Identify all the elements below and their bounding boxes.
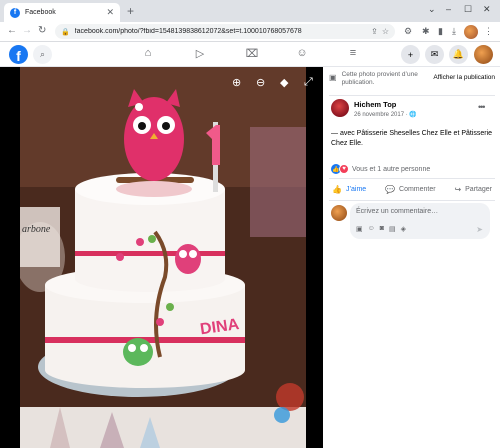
close-window-icon[interactable]: ✕ bbox=[483, 4, 491, 15]
author-name[interactable]: Hichem Top bbox=[354, 100, 396, 109]
share-icon[interactable]: ⇪ bbox=[371, 27, 378, 36]
browser-tab-bar: f Facebook ✕ + ⌄ – ☐ ✕ bbox=[0, 0, 500, 22]
author-avatar[interactable] bbox=[331, 99, 349, 117]
messenger-icon[interactable]: ✉ bbox=[425, 45, 444, 64]
facebook-logo[interactable]: f bbox=[9, 45, 28, 64]
divider bbox=[329, 178, 495, 179]
watch-icon[interactable]: ▷ bbox=[192, 47, 208, 60]
forward-arrow-icon[interactable]: → bbox=[22, 25, 32, 36]
groups-icon[interactable]: ☺ bbox=[294, 47, 310, 59]
tab-title: Facebook bbox=[25, 9, 56, 16]
search-icon[interactable]: ⌕ bbox=[33, 45, 52, 64]
account-avatar[interactable] bbox=[474, 45, 493, 64]
puzzle-icon[interactable]: ✱ bbox=[422, 26, 430, 37]
share-label: Partager bbox=[465, 186, 492, 193]
lock-icon: 🔒 bbox=[61, 28, 70, 36]
marketplace-icon[interactable]: ⌧ bbox=[244, 47, 260, 60]
home-icon[interactable]: ⌂ bbox=[140, 47, 156, 59]
comment-tools: ▣ ☺ ◙ ▤ ◈ bbox=[356, 225, 406, 233]
camera-icon[interactable]: ◙ bbox=[380, 225, 384, 233]
sticker-icon[interactable]: ◈ bbox=[401, 225, 406, 233]
zoom-in-icon[interactable]: ⊕ bbox=[232, 76, 241, 89]
side-panel-icon[interactable]: ▮ bbox=[438, 26, 443, 37]
more-options-icon[interactable]: ••• bbox=[478, 102, 486, 112]
url-field[interactable]: 🔒 facebook.com/photo/?fbid=1548139838612… bbox=[55, 24, 395, 39]
thumbs-up-icon: 👍 bbox=[332, 185, 342, 194]
divider bbox=[329, 200, 495, 201]
comment-input[interactable]: Écrivez un commentaire… ▣ ☺ ◙ ▤ ◈ ➤ bbox=[350, 203, 490, 239]
share-button[interactable]: ↪ Partager bbox=[454, 185, 492, 194]
post-date[interactable]: 26 novembre 2017 · 🌐 bbox=[354, 111, 417, 118]
chrome-menu-icon[interactable]: ⋮ bbox=[484, 26, 493, 37]
reactions-text: Vous et 1 autre personne bbox=[352, 165, 431, 173]
like-label: J’aime bbox=[345, 186, 367, 193]
bookmark-star-icon[interactable]: ☆ bbox=[382, 27, 389, 36]
new-tab-button[interactable]: + bbox=[127, 4, 134, 18]
comment-bubble-icon: 💬 bbox=[385, 185, 396, 194]
comment-placeholder: Écrivez un commentaire… bbox=[356, 208, 439, 215]
avatar-sticker-icon[interactable]: ▣ bbox=[356, 225, 363, 233]
reload-icon[interactable]: ↻ bbox=[38, 25, 46, 36]
image-icon: ▣ bbox=[329, 73, 337, 82]
divider bbox=[329, 95, 495, 96]
love-reaction-icon: ♥ bbox=[339, 164, 349, 174]
cake-photo-illustration: DINA arbone bbox=[20, 67, 306, 448]
back-arrow-icon[interactable]: ← bbox=[7, 25, 17, 36]
facebook-favicon-icon: f bbox=[10, 7, 20, 18]
post-actions: 👍 J’aime 💬 Commenter ↪ Partager bbox=[329, 181, 495, 198]
url-text: facebook.com/photo/?fbid=154813983861207… bbox=[74, 28, 302, 35]
cake-photo[interactable]: DINA arbone bbox=[20, 67, 306, 448]
emoji-icon[interactable]: ☺ bbox=[368, 225, 375, 233]
close-tab-icon[interactable]: ✕ bbox=[106, 7, 114, 18]
extension-icon[interactable]: ⚙ bbox=[404, 26, 412, 37]
like-button[interactable]: 👍 J’aime bbox=[332, 185, 366, 194]
address-bar-row: ← → ↻ 🔒 facebook.com/photo/?fbid=1548139… bbox=[0, 22, 500, 42]
post-caption: — avec Pâtisserie Sheselles Chez Elle et… bbox=[331, 130, 493, 147]
notifications-bell-icon[interactable]: 🔔 bbox=[449, 45, 468, 64]
create-plus-icon[interactable]: + bbox=[401, 45, 420, 64]
minimize-icon[interactable]: – bbox=[446, 4, 451, 14]
zoom-out-icon[interactable]: ⊖ bbox=[256, 76, 265, 89]
profile-avatar[interactable] bbox=[464, 25, 478, 39]
facebook-header: f ⌕ ⌂ ▷ ⌧ ☺ ≡ + ✉ 🔔 bbox=[0, 42, 500, 67]
share-arrow-icon: ↪ bbox=[454, 185, 462, 194]
notice-text: Cette photo provient d’une publication. bbox=[341, 71, 418, 86]
post-side-panel: ▣ Cette photo provient d’une publication… bbox=[323, 67, 500, 448]
commenter-avatar[interactable] bbox=[331, 205, 347, 221]
comment-label: Commenter bbox=[399, 186, 436, 193]
tab-search-icon[interactable]: ⌄ bbox=[428, 4, 436, 15]
gif-icon[interactable]: ▤ bbox=[389, 225, 396, 233]
fullscreen-icon[interactable]: ⤢ bbox=[304, 76, 313, 89]
jar-label-text: arbone bbox=[22, 224, 51, 235]
view-post-button[interactable]: Afficher la publication bbox=[433, 74, 495, 81]
reactions-summary[interactable]: 👍 ♥ Vous et 1 autre personne bbox=[331, 164, 430, 174]
maximize-icon[interactable]: ☐ bbox=[464, 4, 472, 15]
source-notice: ▣ Cette photo provient d’une publication… bbox=[329, 71, 495, 95]
comment-button[interactable]: 💬 Commenter bbox=[385, 185, 436, 194]
tag-icon[interactable]: ◆ bbox=[280, 76, 288, 89]
menu-icon[interactable]: ≡ bbox=[345, 47, 361, 59]
audience-globe-icon: 🌐 bbox=[409, 112, 417, 118]
browser-tab[interactable]: f Facebook ✕ bbox=[4, 3, 120, 22]
photo-viewer: DINA arbone ⊕ ⊖ ◆ ⤢ bbox=[0, 67, 323, 448]
downloads-icon[interactable]: ⤓ bbox=[452, 26, 456, 37]
send-icon[interactable]: ➤ bbox=[476, 225, 483, 234]
